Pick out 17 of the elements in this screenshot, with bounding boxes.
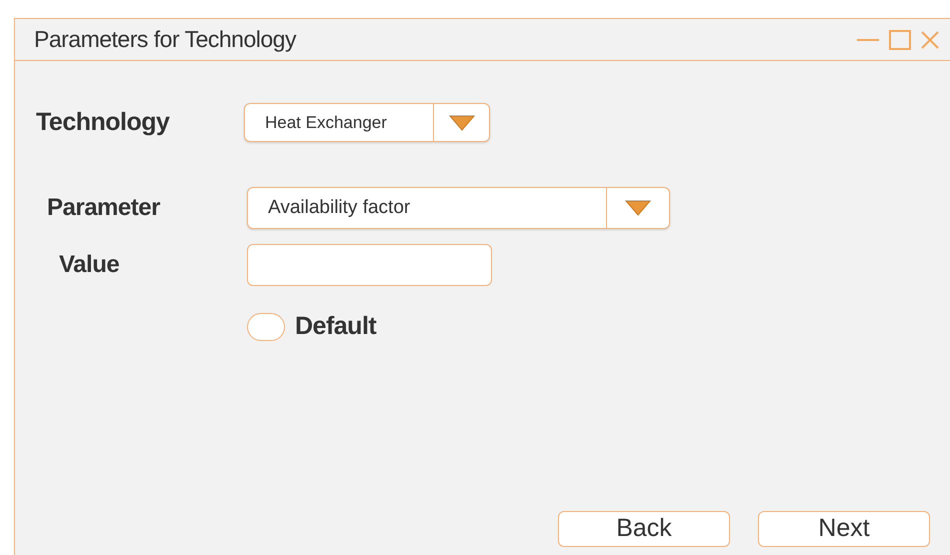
default-label: Default <box>295 311 376 342</box>
close-icon[interactable] <box>921 30 939 48</box>
dropdown[interactable]: Availability factor <box>247 187 670 229</box>
value-label: Value <box>59 250 120 280</box>
nav-button[interactable]: Next <box>758 511 930 547</box>
radio-button[interactable] <box>247 312 285 341</box>
maximize-icon[interactable] <box>889 30 911 50</box>
parameter-label: Parameter <box>47 193 162 223</box>
nav-button[interactable]: Back <box>558 511 730 547</box>
dropdown-arrow-icon <box>448 114 474 130</box>
window-title: Parameters for Technology <box>34 25 298 54</box>
dropdown-value: Availability factor <box>267 196 412 220</box>
technology-label: Technology <box>36 106 171 138</box>
dropdown-arrow-icon <box>625 200 651 216</box>
value-field[interactable] <box>247 244 492 286</box>
dropdown[interactable]: Heat Exchanger <box>244 103 490 142</box>
dropdown-value: Heat Exchanger <box>264 112 388 134</box>
